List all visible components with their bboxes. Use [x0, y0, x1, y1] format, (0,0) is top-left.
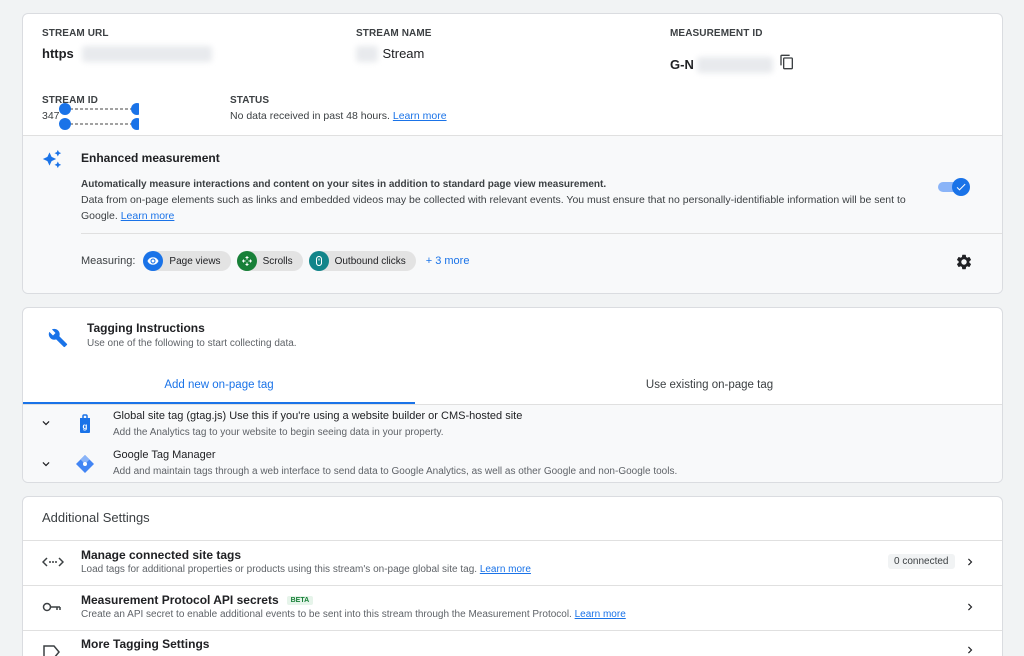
stream-name-text: Stream	[382, 46, 425, 61]
protocol-title-row: Measurement Protocol API secrets BETA	[81, 593, 314, 607]
gtag-desc: Add the Analytics tag to your website to…	[113, 427, 444, 438]
stream-name-label: STREAM NAME	[356, 28, 432, 39]
enhanced-measurement-section: Enhanced measurement Automatically measu…	[23, 135, 1002, 293]
gtag-title-rest: Use this if you're using a website build…	[229, 410, 523, 422]
status-text: No data received in past 48 hours.	[230, 110, 390, 122]
status-value: No data received in past 48 hours. Learn…	[230, 110, 447, 122]
settings-gear-icon[interactable]	[955, 253, 973, 276]
selection-handles[interactable]	[59, 102, 143, 134]
protocol-desc: Create an API secret to enable additiona…	[81, 609, 572, 620]
option-gtag[interactable]: g Global site tag (gtag.js) Use this if …	[23, 405, 1002, 443]
enhanced-line2: Data from on-page elements such as links…	[81, 192, 941, 224]
additional-settings-card: Additional Settings Manage connected sit…	[22, 496, 1003, 656]
gtm-desc: Add and maintain tags through a web inte…	[113, 466, 678, 477]
scroll-icon	[236, 251, 257, 271]
enhanced-learn-more-link[interactable]: Learn more	[121, 210, 175, 222]
chevron-right-icon[interactable]	[963, 643, 977, 656]
stream-url-value: https	[42, 45, 213, 63]
redacted-measurement-id	[696, 56, 773, 73]
redacted-url	[82, 45, 213, 62]
row-connected-site-tags[interactable]: Manage connected site tags Load tags for…	[23, 541, 1002, 585]
divider	[81, 233, 1002, 234]
tab-use-existing[interactable]: Use existing on-page tag	[415, 372, 1002, 404]
connected-tags-desc-row: Load tags for additional properties or p…	[81, 564, 531, 575]
stream-url-label: STREAM URL	[42, 28, 109, 39]
chevron-down-icon[interactable]	[39, 457, 53, 476]
stream-id-value: 347	[42, 110, 60, 122]
copy-icon[interactable]	[779, 54, 795, 75]
chevron-down-icon[interactable]	[39, 416, 53, 435]
sparkle-icon	[42, 149, 62, 174]
option-gtm[interactable]: Google Tag Manager Add and maintain tags…	[23, 445, 1002, 482]
stream-url-text: https	[42, 46, 74, 61]
chevron-right-icon[interactable]	[963, 600, 977, 619]
connected-count-badge: 0 connected	[888, 554, 955, 569]
chip-page-views: Page views	[143, 251, 231, 271]
row-more-tagging-settings[interactable]: More Tagging Settings	[23, 631, 1002, 656]
wrench-icon	[48, 328, 68, 353]
protocol-desc-row: Create an API secret to enable additiona…	[81, 609, 626, 620]
tag-label-icon	[43, 645, 61, 656]
connected-tags-title: Manage connected site tags	[81, 548, 242, 562]
enhanced-line2-text: Data from on-page elements such as links…	[81, 194, 906, 222]
measurement-id-text: G-N	[670, 57, 694, 72]
tab-add-new[interactable]: Add new on-page tag	[23, 372, 415, 404]
chip-page-views-label: Page views	[169, 255, 221, 267]
enhanced-toggle[interactable]	[938, 178, 970, 196]
eye-icon	[143, 251, 164, 271]
protocol-learn-more-link[interactable]: Learn more	[575, 609, 626, 620]
additional-settings-title: Additional Settings	[42, 510, 150, 525]
tagging-options: g Global site tag (gtag.js) Use this if …	[23, 405, 1002, 482]
beta-badge: BETA	[286, 595, 314, 605]
key-icon	[42, 600, 62, 619]
more-measurements-link[interactable]: + 3 more	[426, 255, 470, 267]
more-tagging-title: More Tagging Settings	[81, 637, 210, 651]
tag-manager-icon	[75, 454, 95, 479]
stream-name-value: Stream	[356, 45, 424, 63]
chip-outbound-clicks-label: Outbound clicks	[334, 255, 406, 267]
svg-text:g: g	[83, 422, 88, 431]
status-learn-more-link[interactable]: Learn more	[393, 110, 447, 122]
code-arrows-icon	[41, 555, 65, 574]
gtm-title: Google Tag Manager	[113, 449, 216, 461]
status-label: STATUS	[230, 95, 270, 106]
tagging-title: Tagging Instructions	[87, 321, 205, 335]
measuring-label: Measuring:	[81, 255, 136, 267]
measuring-row: Measuring: Page views Scrolls Outbound c…	[81, 251, 469, 271]
stream-details-card: STREAM URL https STREAM NAME Stream MEAS…	[22, 13, 1003, 294]
tagging-instructions-card: Tagging Instructions Use one of the foll…	[22, 307, 1003, 483]
chip-scrolls: Scrolls	[236, 251, 303, 271]
enhanced-line1: Automatically measure interactions and c…	[81, 179, 607, 190]
measurement-id-label: MEASUREMENT ID	[670, 28, 763, 39]
gtag-title: Global site tag (gtag.js)	[113, 410, 227, 422]
enhanced-title: Enhanced measurement	[81, 151, 220, 165]
gtag-icon: g	[77, 414, 93, 439]
connected-tags-desc: Load tags for additional properties or p…	[81, 564, 478, 575]
mouse-icon	[308, 251, 329, 271]
row-measurement-protocol[interactable]: Measurement Protocol API secrets BETA Cr…	[23, 586, 1002, 630]
redacted-name	[356, 45, 378, 62]
chip-outbound-clicks: Outbound clicks	[308, 251, 416, 271]
tagging-subtitle: Use one of the following to start collec…	[87, 338, 297, 349]
connected-tags-learn-more-link[interactable]: Learn more	[480, 564, 531, 575]
measurement-id-value: G-N	[670, 54, 795, 75]
gtag-title-row: Global site tag (gtag.js) Use this if yo…	[113, 410, 522, 422]
chevron-right-icon[interactable]	[963, 555, 977, 574]
protocol-title: Measurement Protocol API secrets	[81, 593, 279, 607]
chip-scrolls-label: Scrolls	[262, 255, 293, 267]
